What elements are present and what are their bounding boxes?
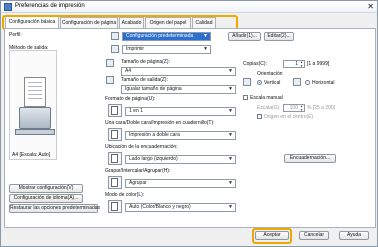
manual-scaling-checkbox[interactable] xyxy=(243,95,248,100)
profile-select-value: Configuración predeterminada xyxy=(126,33,194,39)
print-preferences-window: Preferencias de impresión ✕ Configuració… xyxy=(0,0,378,247)
copies-value: 1 xyxy=(295,61,298,67)
finishing-select[interactable]: Agrupar ▼ xyxy=(125,179,236,188)
page-layout-value: 1 en 1 xyxy=(129,108,143,114)
copies-label: Copias(C): xyxy=(243,61,267,67)
duplex-select[interactable]: Impresión a doble cara ▼ xyxy=(125,131,236,140)
window-title: Preferencias de impresión xyxy=(15,3,85,9)
binding-value: Lado largo (izquierdo) xyxy=(129,156,178,162)
profile-icon xyxy=(111,32,119,40)
page-layout-icon xyxy=(108,104,122,117)
restore-defaults-button[interactable]: Restaurar las opciones predeterminadas xyxy=(9,204,100,213)
scale-value: 100 xyxy=(289,105,298,111)
duplex-value: Impresión a doble cara xyxy=(129,132,180,138)
add-profile-button[interactable]: Añadir(1)... xyxy=(228,32,261,41)
language-settings-button[interactable]: Configuración de idioma(A)... xyxy=(9,194,83,203)
binding-icon xyxy=(108,152,122,165)
chevron-down-icon: ▼ xyxy=(228,86,233,92)
print-icon xyxy=(111,45,119,53)
color-mode-value: Auto (Color/Blanco y negro) xyxy=(129,204,191,210)
chevron-down-icon: ▼ xyxy=(228,132,233,138)
printer-app-icon xyxy=(4,3,12,11)
binding-settings-button[interactable]: Encuadernación... xyxy=(284,154,336,163)
spin-arrows-icon: ▲ ▼ xyxy=(300,104,303,112)
copies-range: [1 a 9999] xyxy=(307,61,330,67)
output-size-select[interactable]: Igualar tamaño de página ▼ xyxy=(121,85,236,94)
landscape-icon xyxy=(293,78,301,86)
page-layout-label: Formato de página(U): xyxy=(105,96,156,102)
scale-range: % [25 a 200] xyxy=(307,105,336,111)
chevron-down-icon: ▼ xyxy=(228,180,233,186)
orientation-label: Orientación xyxy=(257,71,283,77)
portrait-radio[interactable] xyxy=(257,80,262,85)
chevron-down-icon: ▼ xyxy=(203,33,208,39)
profile-label: Perfil: xyxy=(9,32,22,38)
output-size-icon xyxy=(106,76,114,84)
paper-preview-icon xyxy=(24,77,46,107)
output-method-value: Imprimir xyxy=(126,46,145,52)
chevron-down-icon: ▼ xyxy=(228,204,233,210)
accept-highlight-outline xyxy=(252,228,292,244)
close-icon[interactable]: ✕ xyxy=(367,2,374,12)
output-method-select[interactable]: Imprimir ▼ xyxy=(122,45,211,54)
show-settings-button[interactable]: Mostrar configuración(V) xyxy=(9,184,83,193)
spin-arrows-icon: ▲ ▼ xyxy=(300,60,303,68)
original-size-value: A4 xyxy=(125,68,132,74)
finishing-label: Grapar/Intercalar/Agrupar(H): xyxy=(105,168,171,174)
cancel-button[interactable]: Cancelar xyxy=(299,231,329,240)
output-size-label: Tamaño de salida(Z): xyxy=(121,77,168,83)
title-bar: Preferencias de impresión ✕ xyxy=(1,1,377,13)
original-size-label: Tamaño de página(Z): xyxy=(121,59,170,65)
output-size-value: Igualar tamaño de página xyxy=(125,86,182,92)
original-size-select[interactable]: A4 ▼ xyxy=(121,67,236,76)
scale-label: Escala(G): xyxy=(257,105,281,111)
color-mode-select[interactable]: Auto (Color/Blanco y negro) ▼ xyxy=(125,203,236,212)
center-origin-checkbox[interactable] xyxy=(257,114,262,119)
landscape-radio[interactable] xyxy=(305,80,310,85)
scale-spinner[interactable]: 100 ▲ ▼ xyxy=(283,104,305,112)
preview-caption: A4 [Escala: Auto] xyxy=(12,152,51,158)
binding-label: Ubicación de la encuadernación: xyxy=(105,144,178,150)
profile-select[interactable]: Configuración predeterminada ▼ xyxy=(122,32,211,41)
color-mode-icon xyxy=(108,200,122,213)
center-origin-label: Origen en el centro(E) xyxy=(264,114,314,120)
chevron-down-icon: ▼ xyxy=(228,108,233,114)
printer-tray-icon xyxy=(15,129,55,135)
chevron-down-icon: ▼ xyxy=(228,68,233,74)
copies-spinner[interactable]: 1 ▲ ▼ xyxy=(283,60,305,68)
portrait-label: Vertical xyxy=(264,80,281,86)
finishing-icon xyxy=(108,176,122,189)
manual-scaling-label: Escala manual xyxy=(250,95,283,101)
edit-profile-button[interactable]: Editar(2)... xyxy=(264,32,294,41)
print-preview: A4 [Escala: Auto] xyxy=(9,50,57,160)
chevron-down-icon: ▼ xyxy=(228,156,233,162)
help-button[interactable]: Ayuda xyxy=(339,231,369,240)
chevron-down-icon: ▼ xyxy=(203,46,208,52)
portrait-icon xyxy=(243,78,251,86)
duplex-label: Una cara/Doble cara/Impresión en cuadern… xyxy=(105,120,215,126)
page-layout-select[interactable]: 1 en 1 ▼ xyxy=(125,107,236,116)
landscape-label: Horizontal xyxy=(312,80,335,86)
binding-select[interactable]: Lado largo (izquierdo) ▼ xyxy=(125,155,236,164)
duplex-icon xyxy=(108,128,122,141)
color-mode-label: Modo de color(L): xyxy=(105,192,145,198)
printer-icon xyxy=(19,107,51,129)
finishing-value: Agrupar xyxy=(129,180,147,186)
page-size-icon xyxy=(106,59,114,67)
